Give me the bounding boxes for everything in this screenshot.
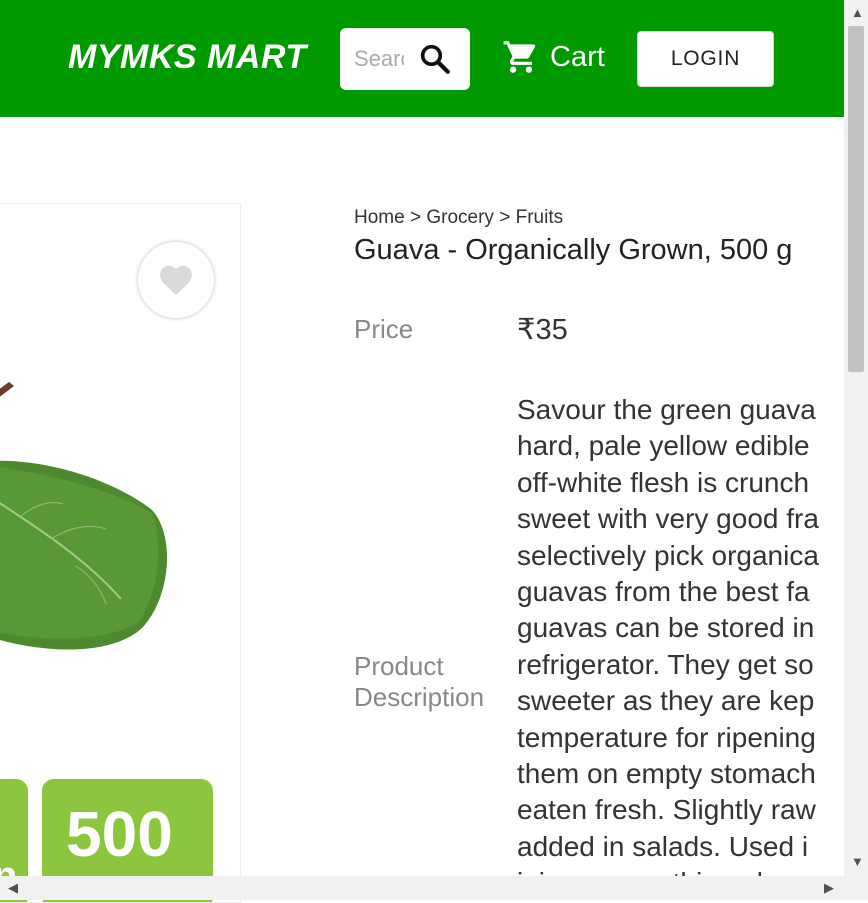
guava-product-image: n 500 <box>0 382 213 902</box>
weight-badge-text: 500 <box>66 798 173 870</box>
description-line: added in salads. Used i <box>517 830 809 862</box>
search-box <box>340 28 470 90</box>
description-line: juices, smoothies, desse <box>517 865 840 876</box>
cart-label: Cart <box>550 40 605 73</box>
description-line: off-white flesh is crunch <box>517 466 810 498</box>
breadcrumb-grocery[interactable]: Grocery <box>426 207 494 228</box>
description-line: sweet with very good fra <box>517 503 819 535</box>
scroll-right-icon[interactable]: ▶ <box>824 881 834 894</box>
breadcrumb-fruits[interactable]: Fruits <box>516 207 564 228</box>
breadcrumb-home[interactable]: Home <box>354 207 405 228</box>
scroll-up-icon[interactable]: ▲ <box>851 6 864 19</box>
cart-link[interactable]: Cart <box>502 38 605 76</box>
description-line: guavas can be stored in <box>517 612 815 644</box>
horizontal-scrollbar[interactable]: ◀ ▶ <box>0 876 868 900</box>
scroll-left-icon[interactable]: ◀ <box>8 881 18 894</box>
description-line: selectively pick organica <box>517 539 819 571</box>
description-line: refrigerator. They get so <box>517 648 814 680</box>
cart-icon <box>503 41 536 73</box>
description-line: eaten fresh. Slightly raw <box>517 794 816 826</box>
product-image-card: n 500 <box>0 203 241 903</box>
vertical-scrollbar-thumb[interactable] <box>848 26 864 372</box>
breadcrumb-separator: > <box>409 207 422 228</box>
description-line: Savour the green guava <box>517 394 816 425</box>
description-line: temperature for ripening <box>517 721 816 753</box>
vertical-scrollbar[interactable]: ▲ ▼ <box>844 0 868 876</box>
breadcrumb-separator: > <box>499 207 511 228</box>
heart-icon <box>160 265 192 295</box>
product-description: Savour the green guava hard, pale yellow… <box>517 392 840 876</box>
search-icon[interactable] <box>418 42 452 76</box>
breadcrumb: Home > Grocery > Fruits <box>354 207 563 229</box>
brand-logo[interactable]: MYMKS MART <box>68 38 307 77</box>
description-line: hard, pale yellow edible <box>517 430 810 462</box>
price-value: ₹35 <box>517 314 568 346</box>
search-input[interactable] <box>354 44 404 74</box>
wishlist-button[interactable] <box>138 242 214 318</box>
site-header: MYMKS MART Cart LOGIN <box>0 0 844 117</box>
description-label: Product Description <box>354 651 485 712</box>
price-label: Price <box>354 314 414 344</box>
description-line: them on empty stomach <box>517 758 816 790</box>
description-line: sweeter as they are kep <box>517 685 815 717</box>
product-title: Guava - Organically Grown, 500 g <box>354 234 793 266</box>
description-line: guavas from the best fa <box>517 576 810 608</box>
login-button[interactable]: LOGIN <box>637 31 774 87</box>
scroll-down-icon[interactable]: ▼ <box>851 855 864 868</box>
